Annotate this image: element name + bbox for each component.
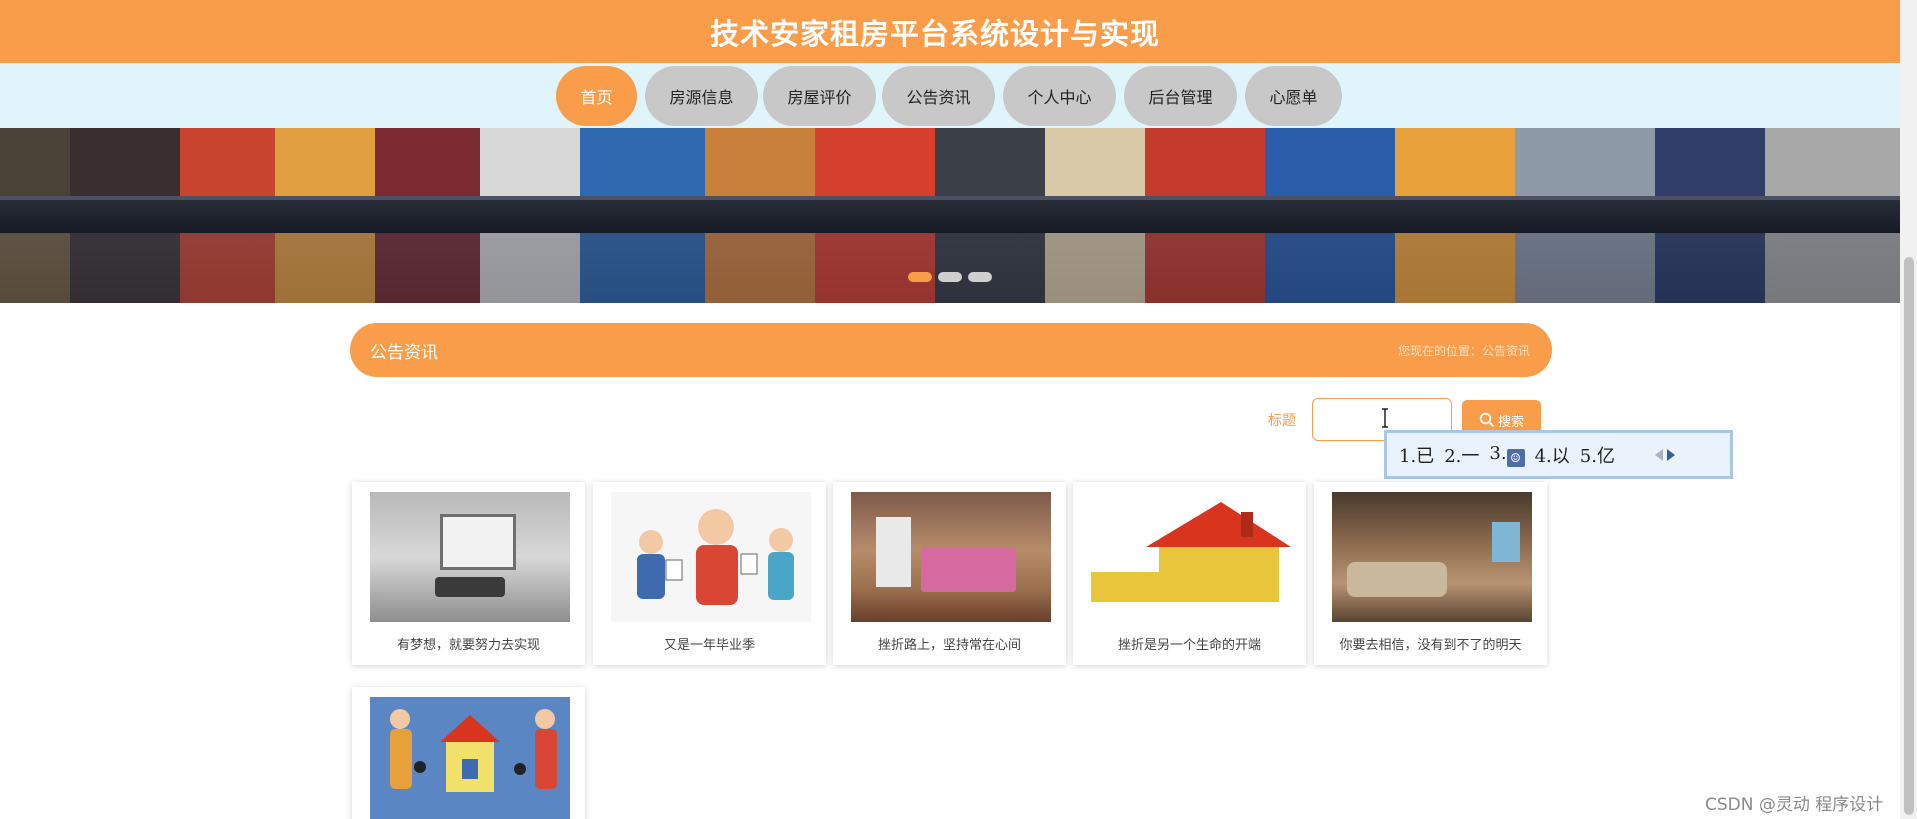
banner-houses [0,128,1900,196]
news-caption[interactable]: 你要去相信，没有到不了的明天 [1314,634,1547,653]
news-card[interactable]: 挫折路上，坚持常在心间 [833,482,1066,665]
ime-emoji-icon: ☺ [1506,448,1525,467]
nav-item-announcements[interactable]: 公告资讯 [882,66,995,126]
news-image-living-room[interactable] [1332,492,1532,622]
news-caption[interactable]: 又是一年毕业季 [593,634,826,653]
news-card[interactable]: 又是一年毕业季 [593,482,826,665]
news-image-for-rent-house[interactable] [1091,492,1291,622]
ime-candidate-3[interactable]: 3. ☺ [1489,442,1525,467]
search-button-label: 搜索 [1497,414,1524,430]
ime-candidate-3-label: 3. [1489,442,1507,464]
ime-prev-page-icon[interactable] [1654,448,1663,461]
nav-item-wishlist[interactable]: 心愿单 [1245,66,1342,126]
banner-reflection [0,233,1900,303]
news-caption[interactable]: 有梦想，就要努力去实现 [352,634,585,653]
ime-page-arrows [1654,448,1675,461]
for-rent-house-illustration [1091,502,1291,602]
ime-candidate-popup: 1.已 2.一 3. ☺ 4.以 5.亿 [1384,430,1733,479]
banner-dot-2[interactable] [938,272,962,282]
news-card[interactable]: 你要去相信，没有到不了的明天 [1314,482,1547,665]
main-nav: 首页 房源信息 房屋评价 公告资讯 个人中心 后台管理 心愿单 [0,63,1900,128]
news-image-bedroom[interactable] [851,492,1051,622]
people-with-house-illustration [390,709,557,792]
ime-next-page-icon[interactable] [1666,448,1675,461]
news-image-empty-room[interactable] [370,492,570,622]
section-title: 公告资讯 [370,342,438,363]
nav-item-reviews[interactable]: 房屋评价 [763,66,876,126]
banner-pagination [908,272,992,282]
banner-deck [0,196,1900,233]
cartoon-handshake-illustration [637,509,794,605]
banner-dot-1[interactable] [908,272,932,282]
nav-item-admin[interactable]: 后台管理 [1124,66,1237,126]
nav-item-home[interactable]: 首页 [556,66,637,126]
page-scrollbar-thumb[interactable] [1904,257,1914,815]
ime-candidate-5[interactable]: 5.亿 [1580,442,1615,468]
site-title: 技术安家租房平台系统设计与实现 [709,16,1160,51]
section-header: 公告资讯 您现在的位置：公告资讯 [350,323,1552,377]
news-image-cartoon-handshake[interactable] [611,492,811,622]
ime-candidate-2[interactable]: 2.一 [1444,442,1479,468]
site-header: 技术安家租房平台系统设计与实现 [0,0,1900,63]
breadcrumb: 您现在的位置：公告资讯 [1397,343,1530,358]
news-caption[interactable]: 挫折是另一个生命的开端 [1073,634,1306,653]
text-cursor-icon [1382,408,1388,428]
news-card[interactable]: 有梦想，就要努力去实现 [352,482,585,665]
ime-candidate-4[interactable]: 4.以 [1535,442,1570,468]
search-label: 标题 [1268,413,1296,429]
nav-item-user-center[interactable]: 个人中心 [1003,66,1116,126]
watermark: CSDN @灵动 程序设计 [1705,795,1884,815]
search-icon [1479,412,1495,428]
banner-dot-3[interactable] [968,272,992,282]
nav-item-listings[interactable]: 房源信息 [645,66,758,126]
news-caption[interactable]: 挫折路上，坚持常在心间 [833,634,1066,653]
news-image-people-with-house[interactable] [370,697,570,819]
news-card[interactable]: 挫折是另一个生命的开端 [1073,482,1306,665]
ime-candidate-1[interactable]: 1.已 [1399,442,1434,468]
news-card[interactable] [352,687,585,819]
